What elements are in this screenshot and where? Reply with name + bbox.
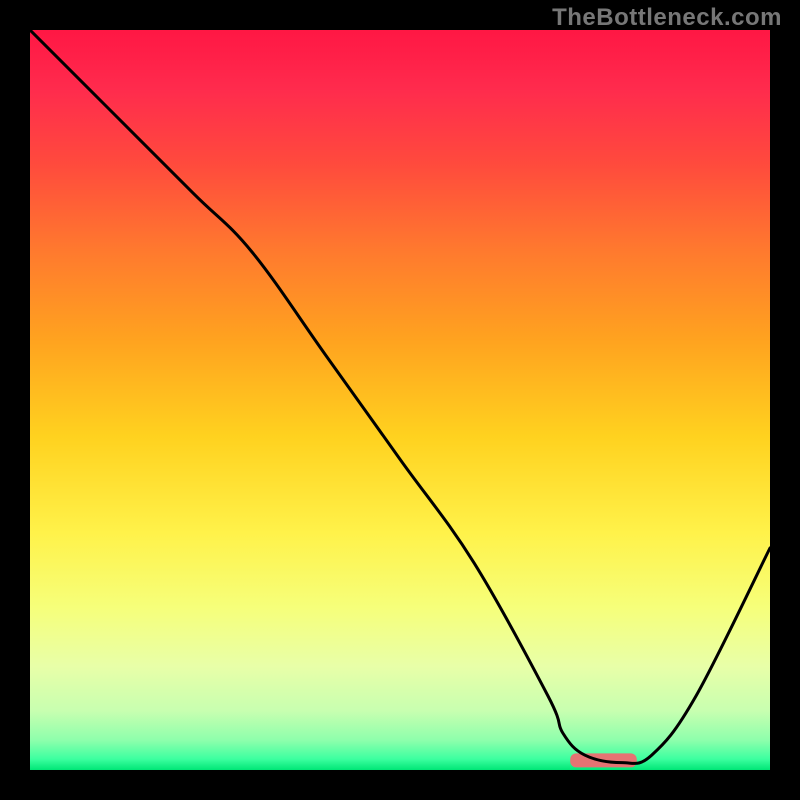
plot-area: [30, 30, 770, 770]
watermark-text: TheBottleneck.com: [552, 4, 782, 32]
chart-frame: TheBottleneck.com: [0, 0, 800, 800]
chart-svg: [30, 30, 770, 770]
